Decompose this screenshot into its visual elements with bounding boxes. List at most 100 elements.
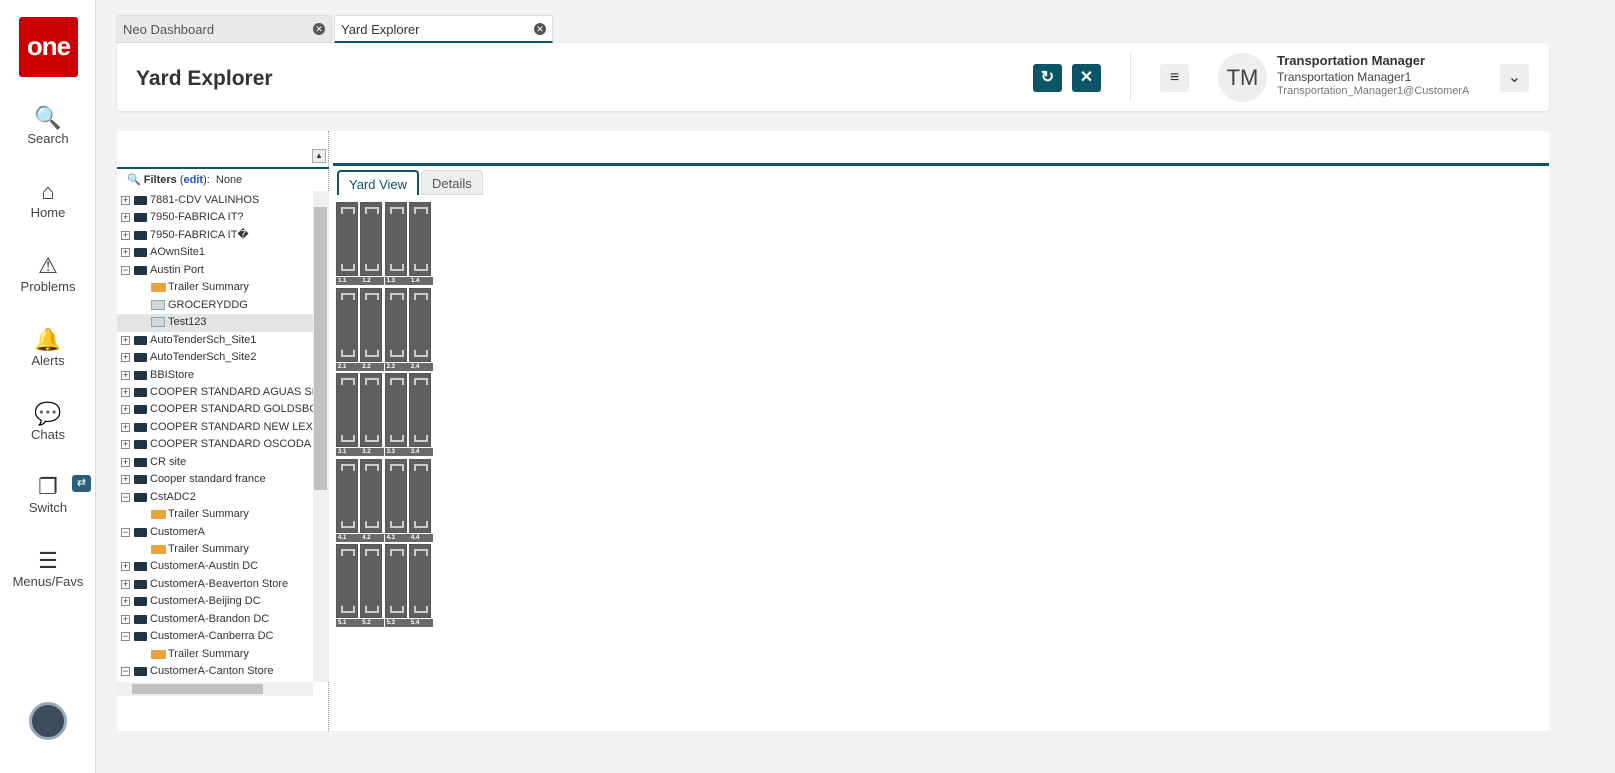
expand-icon[interactable]: + xyxy=(121,248,130,258)
tab-neo-dashboard[interactable]: Neo Dashboard ✕ xyxy=(116,15,332,43)
tree-node[interactable]: + COOPER STANDARD NEW LEXING xyxy=(117,419,313,437)
tree-node[interactable]: Trailer Summary xyxy=(117,646,313,664)
tree-node[interactable]: − CustomerA-Canberra DC xyxy=(117,628,313,646)
tree-node[interactable]: Test123 xyxy=(117,314,313,332)
close-button[interactable]: ✕ xyxy=(1072,64,1101,92)
search-icon: 🔍 xyxy=(34,105,62,130)
yard-slot[interactable]: 1.2 xyxy=(360,202,385,285)
slot-box xyxy=(336,202,358,276)
yard-slot[interactable]: 5.3 xyxy=(384,544,409,628)
nav-alerts[interactable]: 🔔 Alerts xyxy=(0,327,96,368)
expand-icon[interactable]: + xyxy=(121,370,130,380)
collapse-icon[interactable]: − xyxy=(121,265,130,275)
yard-slot[interactable]: 5.4 xyxy=(408,544,433,628)
tree-node[interactable]: − CustomerA xyxy=(117,524,313,542)
tree-node[interactable]: Trailer Summary xyxy=(117,506,313,524)
expand-icon[interactable]: + xyxy=(121,475,130,485)
yard-slot[interactable]: 3.4 xyxy=(408,373,433,457)
menu-button[interactable]: ≡ xyxy=(1160,64,1189,92)
tree-node[interactable]: +7881-CDV VALINHOS xyxy=(117,192,313,210)
yard-slot[interactable]: 3.2 xyxy=(360,373,385,457)
expand-icon[interactable]: + xyxy=(121,196,130,205)
expand-icon[interactable]: + xyxy=(121,457,130,467)
nav-menus-favs[interactable]: ☰ Menus/Favs xyxy=(0,548,96,589)
tree-node[interactable]: + CR site xyxy=(117,454,313,472)
yard-slot[interactable]: 4.4 xyxy=(408,458,433,542)
yard-slot[interactable]: 2.4 xyxy=(408,287,433,371)
yard-slot[interactable]: 3.1 xyxy=(336,373,360,457)
yard-slot[interactable]: 3.3 xyxy=(384,373,409,457)
expand-icon[interactable]: + xyxy=(121,387,130,397)
collapse-icon[interactable]: − xyxy=(121,527,130,537)
tree-node[interactable]: Trailer Summary xyxy=(117,541,313,559)
filters-edit-link[interactable]: edit xyxy=(184,174,204,186)
expand-icon[interactable]: + xyxy=(121,579,130,589)
tab-yard-view[interactable]: Yard View xyxy=(337,170,420,195)
tree-node[interactable]: + BBIStore xyxy=(117,367,313,385)
tree-node[interactable]: + CustomerA-Beaverton Store xyxy=(117,576,313,594)
yard-slot[interactable]: 5.2 xyxy=(360,544,385,628)
tree-node[interactable]: + CustomerA-Beijing DC xyxy=(117,593,313,611)
slot-box xyxy=(360,544,383,619)
nav-chats[interactable]: 💬 Chats xyxy=(0,401,96,442)
scroll-thumb[interactable] xyxy=(132,684,263,694)
yard-slot[interactable]: 2.1 xyxy=(336,287,360,371)
scroll-thumb[interactable] xyxy=(314,207,327,490)
collapse-icon[interactable]: − xyxy=(121,667,130,677)
tree-node[interactable]: + AutoTenderSch_Site1 xyxy=(117,332,313,350)
collapse-button[interactable]: ▲ xyxy=(312,149,326,163)
tree-node[interactable]: − Austin Port xyxy=(117,262,313,280)
user-avatar[interactable]: TM xyxy=(1218,53,1267,102)
tree-node[interactable]: + COOPER STANDARD OSCODA xyxy=(117,436,313,454)
assistant-avatar[interactable] xyxy=(29,702,67,740)
tree-node[interactable]: Trailer Summary xyxy=(117,279,313,297)
expand-icon[interactable]: + xyxy=(121,440,130,450)
tree-node[interactable]: − CustomerA-Canton Store xyxy=(117,663,313,681)
tab-details[interactable]: Details xyxy=(421,170,483,195)
tab-yard-explorer[interactable]: Yard Explorer ✕ xyxy=(334,15,553,43)
close-tab-icon[interactable]: ✕ xyxy=(313,23,325,35)
expand-icon[interactable]: + xyxy=(121,405,130,415)
tree-horizontal-scrollbar[interactable] xyxy=(117,682,313,696)
collapse-icon[interactable]: − xyxy=(121,632,130,642)
tree-vertical-scrollbar[interactable] xyxy=(313,191,329,682)
refresh-button[interactable]: ↻ xyxy=(1033,64,1062,92)
bracket-icon xyxy=(341,435,355,443)
tree-node[interactable]: + COOPER STANDARD AGUAS SEAL xyxy=(117,384,313,402)
expand-icon[interactable]: + xyxy=(121,597,130,607)
expand-icon[interactable]: + xyxy=(121,614,130,624)
tree-node[interactable]: +7950-FABRICA IT� xyxy=(117,227,313,245)
close-tab-icon[interactable]: ✕ xyxy=(534,23,546,35)
expand-icon[interactable]: + xyxy=(121,213,130,223)
user-menu-button[interactable]: ⌄ xyxy=(1500,64,1529,92)
yard-slot[interactable]: 4.1 xyxy=(336,458,360,542)
yard-slot[interactable]: 1.4 xyxy=(408,202,433,285)
expand-icon[interactable]: + xyxy=(121,422,130,432)
tree-node[interactable]: GROCERYDDG xyxy=(117,297,313,315)
yard-slot[interactable]: 2.3 xyxy=(384,287,409,371)
collapse-icon[interactable]: − xyxy=(121,492,130,502)
tree-node[interactable]: + Cooper standard france xyxy=(117,471,313,489)
nav-problems[interactable]: ⚠ Problems xyxy=(0,253,96,294)
yard-slot[interactable]: 1.1 xyxy=(336,202,360,285)
nav-search[interactable]: 🔍 Search xyxy=(0,105,96,146)
nav-home[interactable]: ⌂ Home xyxy=(0,179,96,220)
menu-icon: ☰ xyxy=(38,548,58,573)
tree-node[interactable]: − CstADC2 xyxy=(117,489,313,507)
yard-slot[interactable]: 4.2 xyxy=(360,458,385,542)
yard-slot[interactable]: 5.1 xyxy=(336,544,360,628)
yard-slot[interactable]: 1.3 xyxy=(384,202,409,285)
expand-icon[interactable]: + xyxy=(121,335,130,345)
expand-icon[interactable]: + xyxy=(121,562,130,572)
yard-slot[interactable]: 4.3 xyxy=(384,458,409,542)
tree-node[interactable]: + CustomerA-Austin DC xyxy=(117,558,313,576)
tree-node[interactable]: +7950-FABRICA IT? xyxy=(117,209,313,227)
yard-slot[interactable]: 2.2 xyxy=(360,287,385,371)
tree-node[interactable]: + COOPER STANDARD GOLDSBORO xyxy=(117,401,313,419)
expand-icon[interactable]: + xyxy=(121,353,130,363)
tree-node[interactable]: + AOwnSite1 xyxy=(117,244,313,262)
tree-node[interactable]: + AutoTenderSch_Site2 xyxy=(117,349,313,367)
one-logo[interactable]: one xyxy=(19,17,78,77)
tree-node[interactable]: + CustomerA-Brandon DC xyxy=(117,611,313,629)
expand-icon[interactable]: + xyxy=(121,230,130,240)
